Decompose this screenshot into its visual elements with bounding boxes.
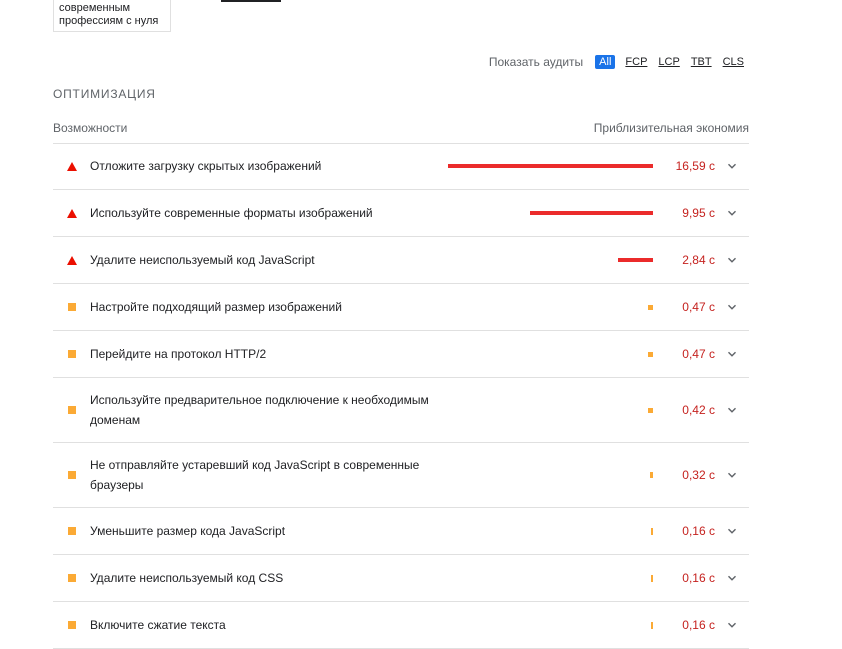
savings-bar	[650, 472, 653, 478]
audit-title: Удалите неиспользуемый код CSS	[90, 571, 284, 585]
audit-title: Включите сжатие текста	[90, 618, 226, 632]
savings-value: 0,16 с	[682, 571, 715, 585]
chevron-down-icon[interactable]	[727, 255, 737, 265]
savings-value: 0,16 с	[682, 524, 715, 538]
average-square-icon	[68, 303, 76, 311]
average-square-icon	[68, 406, 76, 414]
audit-list: Отложите загрузку скрытых изображений 16,…	[53, 143, 749, 649]
audit-row[interactable]: Не отправляйте устаревший код JavaScript…	[53, 443, 749, 508]
audit-row[interactable]: Включите сжатие текста 0,16 с	[53, 602, 749, 649]
savings-bar	[530, 211, 653, 215]
savings-bar	[648, 407, 653, 413]
fail-triangle-icon	[67, 255, 77, 265]
savings-bar	[651, 574, 653, 582]
fail-triangle-icon	[67, 208, 77, 218]
audit-row[interactable]: Настройте подходящий размер изображений 0…	[53, 284, 749, 331]
audit-row[interactable]: Используйте предварительное подключение …	[53, 378, 749, 443]
savings-bar	[651, 621, 653, 629]
audit-row[interactable]: Удалите неиспользуемый код JavaScript 2,8…	[53, 237, 749, 284]
column-header-savings: Приблизительная экономия	[593, 121, 749, 135]
audit-title: Настройте подходящий размер изображений	[90, 300, 342, 314]
savings-value: 9,95 с	[682, 206, 715, 220]
average-square-icon	[68, 527, 76, 535]
chevron-down-icon[interactable]	[727, 573, 737, 583]
savings-bar	[448, 164, 653, 168]
audit-row[interactable]: Уменьшите размер кода JavaScript 0,16 с	[53, 508, 749, 555]
savings-value: 0,16 с	[682, 618, 715, 632]
audit-row[interactable]: Используйте современные форматы изображе…	[53, 190, 749, 237]
filter-chip-cls[interactable]: CLS	[722, 55, 745, 69]
chevron-down-icon[interactable]	[727, 405, 737, 415]
average-square-icon	[68, 621, 76, 629]
average-square-icon	[68, 471, 76, 479]
audit-title: Используйте предварительное подключение …	[90, 393, 429, 427]
audit-row[interactable]: Перейдите на протокол HTTP/2 0,47 с	[53, 331, 749, 378]
audit-filter-bar: Показать аудиты All FCP LCP TBT CLS	[489, 54, 745, 70]
chevron-down-icon[interactable]	[727, 161, 737, 171]
chevron-down-icon[interactable]	[727, 208, 737, 218]
section-title: ОПТИМИЗАЦИЯ	[53, 87, 156, 101]
active-tab-indicator	[221, 0, 281, 2]
chevron-down-icon[interactable]	[727, 526, 737, 536]
chevron-down-icon[interactable]	[727, 349, 737, 359]
audit-title: Отложите загрузку скрытых изображений	[90, 159, 322, 173]
audit-title: Уменьшите размер кода JavaScript	[90, 524, 286, 538]
savings-value: 0,42 с	[682, 403, 715, 417]
savings-value: 0,47 с	[682, 347, 715, 361]
audit-title: Перейдите на протокол HTTP/2	[90, 347, 267, 361]
average-square-icon	[68, 574, 76, 582]
savings-value: 2,84 с	[682, 253, 715, 267]
filter-chip-lcp[interactable]: LCP	[657, 55, 680, 69]
savings-bar	[618, 258, 653, 262]
savings-bar	[648, 304, 653, 310]
filter-label: Показать аудиты	[488, 55, 584, 69]
savings-bar	[651, 527, 653, 535]
average-square-icon	[68, 350, 76, 358]
thumbnail-text-line-2: профессиям с нуля	[59, 15, 159, 27]
audit-title: Удалите неиспользуемый код JavaScript	[90, 253, 315, 267]
fail-triangle-icon	[67, 161, 77, 171]
thumbnail-text-line-1: современным	[59, 2, 131, 14]
savings-value: 16,59 с	[675, 159, 715, 173]
audit-row[interactable]: Удалите неиспользуемый код CSS 0,16 с	[53, 555, 749, 602]
chevron-down-icon[interactable]	[727, 620, 737, 630]
filter-chip-all[interactable]: All	[595, 55, 616, 69]
opportunity-thumbnail-card: современным профессиям с нуля	[53, 0, 171, 32]
chevron-down-icon[interactable]	[727, 470, 737, 480]
table-header: Возможности Приблизительная экономия	[53, 121, 749, 144]
filter-chip-fcp[interactable]: FCP	[624, 55, 648, 69]
audit-title: Не отправляйте устаревший код JavaScript…	[90, 458, 420, 492]
savings-bar	[648, 351, 653, 357]
filter-chip-tbt[interactable]: TBT	[690, 55, 713, 69]
savings-value: 0,47 с	[682, 300, 715, 314]
chevron-down-icon[interactable]	[727, 302, 737, 312]
audit-title: Используйте современные форматы изображе…	[90, 206, 373, 220]
column-header-opportunity: Возможности	[53, 121, 128, 135]
audit-row[interactable]: Отложите загрузку скрытых изображений 16,…	[53, 143, 749, 190]
savings-value: 0,32 с	[682, 468, 715, 482]
